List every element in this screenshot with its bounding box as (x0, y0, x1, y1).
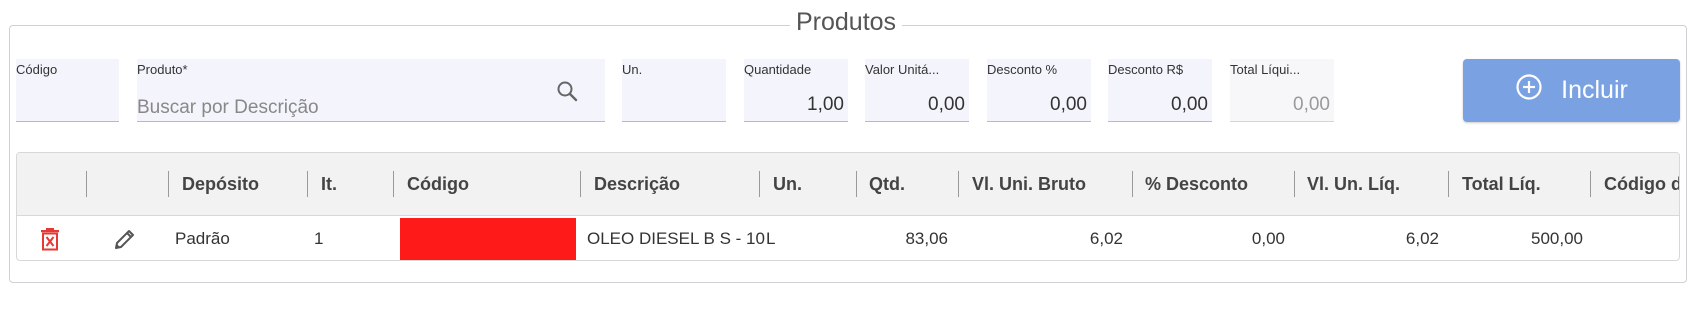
cell-total-liq: 500,00 (1531, 229, 1583, 248)
desconto-rs-field[interactable]: Desconto R$ 0,00 (1108, 59, 1212, 122)
cell-descricao: OLEO DIESEL B S - 10 (587, 229, 765, 248)
codigo-field[interactable]: Código (16, 59, 119, 122)
column-separator[interactable] (759, 171, 760, 197)
table-row: Padrão 1 OLEO DIESEL B S - 10 L 83,06 6,… (17, 216, 1679, 260)
desconto-pct-field[interactable]: Desconto % 0,00 (987, 59, 1091, 122)
cell-qtd: 83,06 (905, 229, 948, 248)
cell-un: L (766, 229, 776, 248)
quantidade-label: Quantidade (744, 62, 812, 77)
total-liquido-value: 0,00 (1293, 94, 1330, 115)
cell-item: 1 (314, 229, 324, 248)
desconto-pct-value[interactable]: 0,00 (983, 94, 1087, 116)
edit-icon[interactable] (112, 226, 138, 252)
column-separator[interactable] (1294, 171, 1295, 197)
delete-icon[interactable] (37, 226, 63, 252)
valor-unitario-value[interactable]: 0,00 (861, 94, 965, 116)
total-liquido-field: Total Líqui... 0,00 (1230, 59, 1334, 122)
cell-deposito: Padrão (175, 229, 230, 248)
column-separator[interactable] (1132, 171, 1133, 197)
column-separator[interactable] (958, 171, 959, 197)
header-vl-un-liq[interactable]: Vl. Un. Líq. (1307, 153, 1400, 216)
header-total-liq[interactable]: Total Líq. (1462, 153, 1541, 216)
un-label: Un. (622, 62, 643, 77)
header-item[interactable]: It. (321, 153, 337, 216)
produto-search-input[interactable] (137, 97, 517, 119)
valor-unitario-field[interactable]: Valor Unitá... 0,00 (865, 59, 969, 122)
column-separator[interactable] (856, 171, 857, 197)
cell-vl-un-liq: 6,02 (1405, 229, 1439, 248)
header-un[interactable]: Un. (773, 153, 802, 216)
column-separator[interactable] (1448, 171, 1449, 197)
header-descricao[interactable]: Descrição (594, 153, 680, 216)
table-header: Depósito It. Código Descrição Un. Qtd. V… (17, 153, 1679, 216)
header-deposito[interactable]: Depósito (182, 153, 259, 216)
codigo-label: Código (16, 62, 58, 77)
incluir-button[interactable]: Incluir (1463, 59, 1680, 122)
header-qtd[interactable]: Qtd. (869, 153, 905, 216)
desconto-rs-label: Desconto R$ (1108, 62, 1184, 77)
cell-pct-desconto: 0,00 (1251, 229, 1285, 248)
cell-codigo-redacted (400, 218, 576, 260)
header-codigo-do[interactable]: Código do (1604, 153, 1679, 216)
produto-label: Produto* (137, 62, 188, 77)
column-separator[interactable] (580, 171, 581, 197)
column-separator[interactable] (393, 171, 394, 197)
valor-unitario-label: Valor Unitá... (865, 62, 940, 77)
column-separator[interactable] (1590, 171, 1591, 197)
header-codigo[interactable]: Código (407, 153, 469, 216)
total-liquido-label: Total Líqui... (1230, 62, 1301, 77)
search-icon[interactable] (555, 79, 579, 103)
cell-vl-uni-bruto: 6,02 (1089, 229, 1123, 248)
desconto-rs-value[interactable]: 0,00 (1104, 94, 1208, 116)
produtos-table: Depósito It. Código Descrição Un. Qtd. V… (16, 152, 1680, 261)
add-circle-icon (1515, 73, 1543, 108)
column-separator[interactable] (168, 171, 169, 197)
produto-field[interactable]: Produto* (137, 59, 605, 122)
header-vl-uni-bruto[interactable]: Vl. Uni. Bruto (972, 153, 1086, 216)
quantidade-value[interactable]: 1,00 (740, 94, 844, 116)
quantidade-field[interactable]: Quantidade 1,00 (744, 59, 848, 122)
column-separator[interactable] (307, 171, 308, 197)
section-title: Produtos (790, 8, 903, 37)
desconto-pct-label: Desconto % (987, 62, 1058, 77)
incluir-label: Incluir (1561, 76, 1628, 104)
header-pct-desconto[interactable]: % Desconto (1145, 153, 1248, 216)
column-separator[interactable] (86, 171, 87, 197)
un-field[interactable]: Un. (622, 59, 726, 122)
